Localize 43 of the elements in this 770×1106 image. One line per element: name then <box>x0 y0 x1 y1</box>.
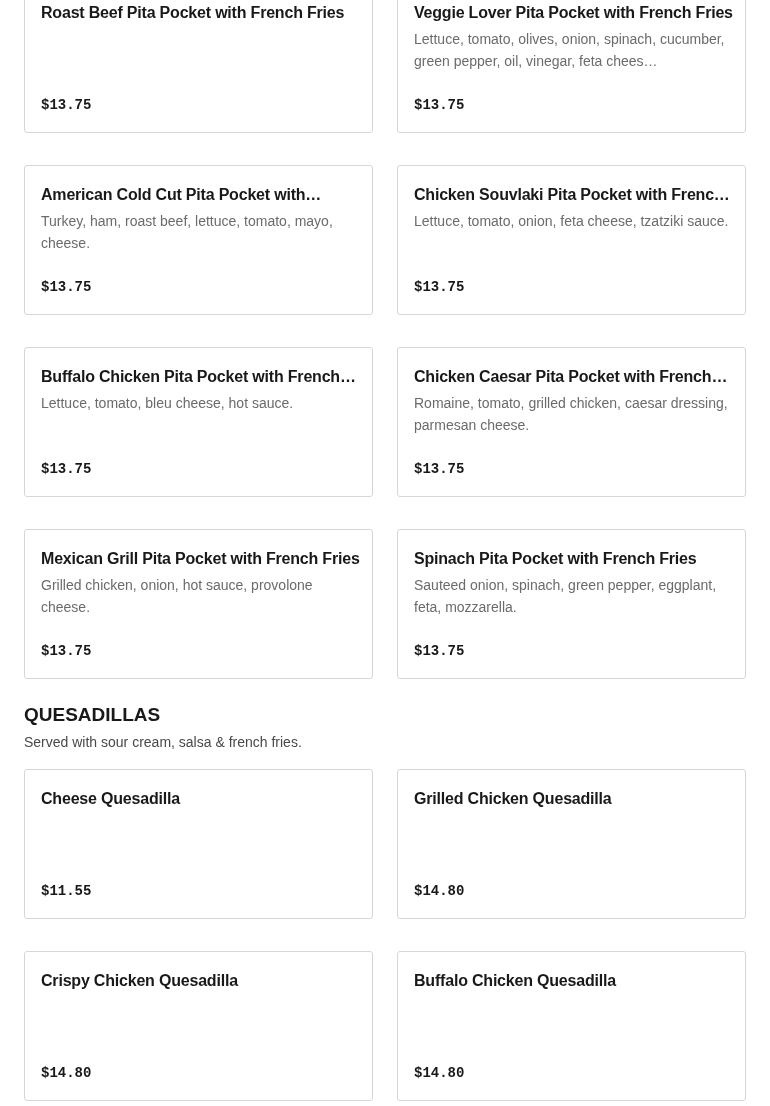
menu-item-card[interactable]: Roast Beef Pita Pocket with French Fries $13.75 <box>24 0 373 133</box>
menu-item-card[interactable]: Veggie Lover Pita Pocket with French Fries Lettuce, tomato, olives, onion, spinach, cucumber, green pepper, oil, vinegar, feta chees… $13.75 <box>397 0 746 133</box>
item-name: Roast Beef Pita Pocket with French Fries <box>41 3 346 23</box>
menu-item-card[interactable]: American Cold Cut Pita Pocket with… Turkey, ham, roast beef, lettuce, tomato, mayo, cheese. $13.75 <box>24 165 373 315</box>
item-name: Grilled Chicken Quesadilla <box>414 789 613 809</box>
item-name: Spinach Pita Pocket with French Fries <box>414 549 698 569</box>
menu-item-card[interactable]: Chicken Souvlaki Pita Pocket with Frenc… Lettuce, tomato, onion, feta cheese, tzatziki sauce. $13.75 <box>397 165 746 315</box>
item-price: $13.75 <box>414 96 466 114</box>
section-description: Served with sour cream, salsa & french fries. <box>24 733 303 752</box>
item-description: Lettuce, tomato, bleu cheese, hot sauce. <box>41 394 295 413</box>
item-price: $13.75 <box>41 642 93 660</box>
menu-item-card[interactable]: Spinach Pita Pocket with French Fries Sauteed onion, spinach, green pepper, eggplant, feta, mozzarella. $13.75 <box>397 529 746 679</box>
menu-item-card[interactable]: Buffalo Chicken Quesadilla $14.80 <box>397 951 746 1101</box>
item-price: $13.75 <box>414 460 466 478</box>
menu-item-card[interactable]: Grilled Chicken Quesadilla $14.80 <box>397 769 746 919</box>
item-name: Buffalo Chicken Quesadilla <box>414 971 618 991</box>
item-price: $13.75 <box>41 460 93 478</box>
item-name: Chicken Souvlaki Pita Pocket with Frenc… <box>414 185 729 205</box>
item-price: $13.75 <box>41 96 93 114</box>
item-price: $14.80 <box>41 1064 93 1082</box>
item-description: Grilled chicken, onion, hot sauce, provolone cheese. <box>41 576 314 617</box>
item-name: Crispy Chicken Quesadilla <box>41 971 240 991</box>
menu-item-card[interactable]: Buffalo Chicken Pita Pocket with French… Lettuce, tomato, bleu cheese, hot sauce. $13.75 <box>24 347 373 497</box>
item-price: $13.75 <box>414 642 466 660</box>
item-description: Turkey, ham, roast beef, lettuce, tomato, mayo, cheese. <box>41 212 334 253</box>
item-description: Romaine, tomato, grilled chicken, caesar dressing, parmesan cheese. <box>414 394 729 435</box>
item-name: Buffalo Chicken Pita Pocket with French… <box>41 367 356 387</box>
item-price: $11.55 <box>41 882 93 900</box>
item-name: Cheese Quesadilla <box>41 789 182 809</box>
item-description: Lettuce, tomato, olives, onion, spinach, cucumber, green pepper, oil, vinegar, feta chees… <box>414 30 726 71</box>
item-name: Chicken Caesar Pita Pocket with French… <box>414 367 729 387</box>
item-description: Lettuce, tomato, onion, feta cheese, tzatziki sauce. <box>414 212 729 231</box>
item-price: $13.75 <box>41 278 93 296</box>
section-heading: QUESADILLAS <box>24 704 162 726</box>
menu-item-card[interactable]: Chicken Caesar Pita Pocket with French… Romaine, tomato, grilled chicken, caesar dressing, parmesan cheese. $13.75 <box>397 347 746 497</box>
menu-item-card[interactable]: Crispy Chicken Quesadilla $14.80 <box>24 951 373 1101</box>
item-price: $14.80 <box>414 882 466 900</box>
menu-item-card[interactable]: Mexican Grill Pita Pocket with French Fries Grilled chicken, onion, hot sauce, provolone cheese. $13.75 <box>24 529 373 679</box>
item-price: $13.75 <box>414 278 466 296</box>
item-name: American Cold Cut Pita Pocket with… <box>41 185 323 205</box>
item-price: $14.80 <box>414 1064 466 1082</box>
item-description: Sauteed onion, spinach, green pepper, eggplant, feta, mozzarella. <box>414 576 718 617</box>
menu-item-card[interactable]: Cheese Quesadilla $11.55 <box>24 769 373 919</box>
